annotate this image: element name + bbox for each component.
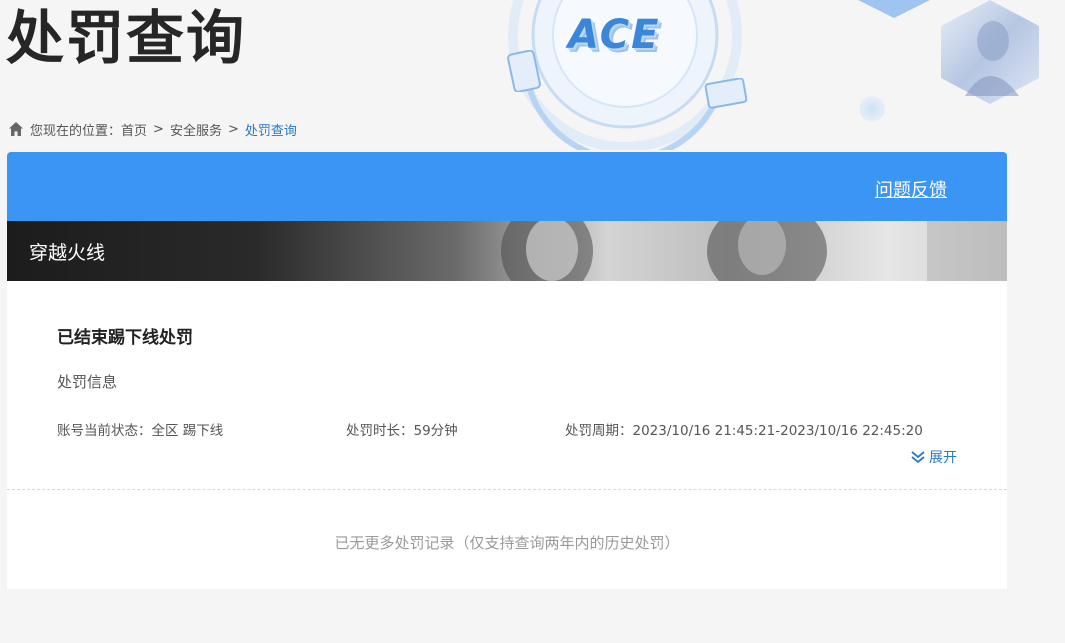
page: ACE 处罚查询 您现在的位置： 首页 > 安全服务 > 处罚查询 问题反馈 穿… — [0, 0, 1065, 643]
record-info-row: 账号当前状态：全区 踢下线 处罚时长：59分钟 处罚周期：2023/10/16 … — [57, 419, 957, 439]
game-characters-art — [501, 221, 1007, 281]
breadcrumb-prefix: 您现在的位置： — [30, 123, 122, 139]
game-banner: 穿越火线 — [7, 221, 1007, 281]
panel-header: 问题反馈 — [7, 152, 1007, 221]
breadcrumb-separator: > — [153, 121, 164, 137]
decor-dot — [859, 96, 885, 122]
record-title: 已结束踢下线处罚 — [57, 328, 193, 348]
account-status: 账号当前状态：全区 踢下线 — [57, 423, 224, 439]
breadcrumb-separator: > — [227, 121, 239, 137]
record-subtitle: 处罚信息 — [57, 373, 118, 391]
expand-button[interactable]: 展开 — [910, 447, 957, 467]
ace-logo: ACE — [568, 12, 661, 58]
penalty-period: 处罚周期：2023/10/16 21:45:21-2023/10/16 22:4… — [565, 423, 923, 439]
penalty-duration: 处罚时长：59分钟 — [346, 423, 458, 439]
no-more-records-note: 已无更多处罚记录（仅支持查询两年内的历史处罚） — [334, 534, 680, 552]
breadcrumb: 您现在的位置： 首页 > 安全服务 > 处罚查询 — [8, 119, 297, 139]
double-chevron-down-icon — [911, 451, 925, 464]
feedback-link[interactable]: 问题反馈 — [875, 176, 947, 202]
character-hex-avatar — [941, 0, 1039, 104]
game-monitor-icon — [704, 78, 748, 109]
page-title: 处罚查询 — [6, 4, 247, 72]
penalty-panel: 问题反馈 穿越火线 已结束踢下线处罚 处罚信息 账号当前状态：全区 踢下线 处罚… — [7, 152, 1007, 589]
decor-triangle — [858, 0, 930, 18]
breadcrumb-current: 处罚查询 — [244, 123, 297, 139]
breadcrumb-security-services[interactable]: 安全服务 — [170, 120, 222, 139]
breadcrumb-home[interactable]: 首页 — [121, 120, 147, 139]
penalty-record: 已结束踢下线处罚 处罚信息 账号当前状态：全区 踢下线 处罚时长：59分钟 处罚… — [7, 281, 1007, 490]
expand-label: 展开 — [929, 450, 957, 466]
home-icon[interactable] — [8, 121, 24, 137]
game-name: 穿越火线 — [29, 242, 106, 264]
game-phone-icon — [507, 50, 541, 92]
